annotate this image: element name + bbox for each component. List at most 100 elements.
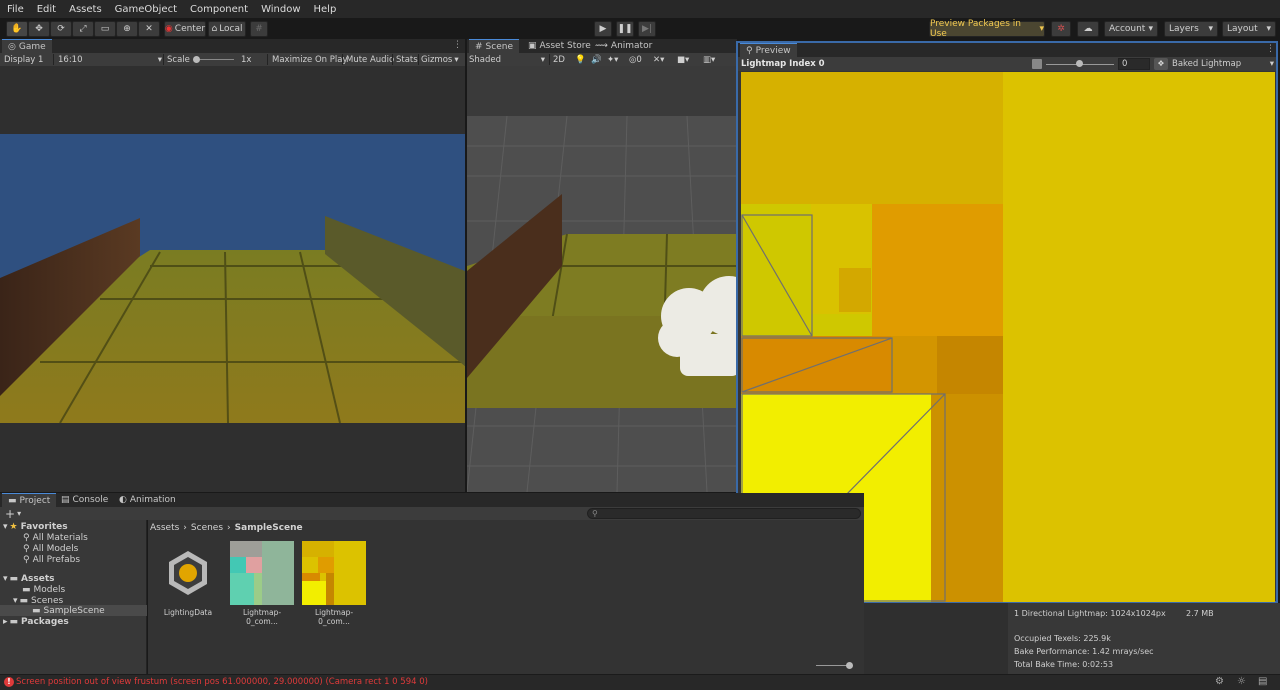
light-bulb-icon: 💡 [575,54,586,65]
aspect-dropdown[interactable]: 16:10 ▾ [58,53,162,66]
transform-tool-button[interactable]: ⊕ [116,21,138,37]
tab-scene[interactable]: # Scene [469,39,519,53]
scene-control-bar: Shaded ▾ 2D 💡 🔊 ✦ ▾ ◎ 0 ✕ ▾ ■ ▾ ▥ ▾ [467,53,737,66]
hidden-objects-toggle[interactable]: ◎ 0 [629,53,642,66]
thumbnail-size-slider-handle[interactable] [846,662,853,669]
scene-render [467,66,737,492]
gizmos-dropdown[interactable]: Gizmos ▾ [421,53,459,66]
layers-icon: ❖ [1157,59,1165,68]
tree-favorites[interactable]: ▾ ★ Favorites [3,521,68,532]
menu-file[interactable]: File [7,4,24,15]
scale-slider-handle[interactable] [193,56,200,63]
rotate-tool-button[interactable]: ⟳ [50,21,72,37]
lighting-toggle[interactable]: 💡 [575,53,586,66]
tree-all-models[interactable]: ⚲ All Models [23,543,78,554]
menu-help[interactable]: Help [314,4,337,15]
tab-animator[interactable]: ⟿ Animator [589,39,658,53]
asset-lightmap-dir[interactable]: Lightmap-0_com... [230,541,294,626]
tab-preview[interactable]: ⚲ Preview [740,43,797,57]
menu-window[interactable]: Window [261,4,300,15]
tree-assets[interactable]: ▾ ▬ Assets [3,573,55,584]
asset-lightmap-light[interactable]: Lightmap-0_com... [302,541,366,626]
menu-gameobject[interactable]: GameObject [115,4,177,15]
step-button[interactable]: ▶| [638,21,656,37]
effects-toggle[interactable]: ✦ ▾ [607,53,618,66]
lightmap-mode-dropdown[interactable]: Baked Lightmap ▾ [1172,57,1274,70]
pause-button[interactable]: ❚❚ [616,21,634,37]
tab-console[interactable]: ▤ Console [55,493,114,507]
menu-component[interactable]: Component [190,4,248,15]
account-dropdown[interactable]: Account ▾ [1104,21,1158,37]
chevron-down-icon: ▾ [1269,58,1274,69]
lighting-bake-icon[interactable]: ☼ [1237,676,1246,687]
snap-button[interactable]: # [250,21,268,37]
tree-packages[interactable]: ▸ ▬ Packages [3,616,69,627]
tab-animation-label: Animation [129,495,176,505]
tree-all-prefabs[interactable]: ⚲ All Prefabs [23,554,80,565]
exposure-input[interactable]: 0 [1118,58,1150,70]
display-dropdown[interactable]: Display 1 [4,53,50,66]
tab-game[interactable]: ◎ Game [2,39,52,53]
collab-button[interactable]: ✲ [1051,21,1071,37]
more-options-icon[interactable]: ⋮ [1266,44,1275,54]
animator-icon: ⟿ [595,41,608,51]
toggle-2d-button[interactable]: 2D [553,53,565,66]
scale-icon: ⤢ [79,24,87,34]
exposure-slider-handle[interactable] [1076,60,1083,67]
pivot-center-button[interactable]: ◉ Center [164,21,206,37]
tab-asset-store[interactable]: ▣ Asset Store [522,39,597,53]
folder-icon: ▬ [9,573,19,584]
more-options-icon[interactable]: ⋮ [453,40,462,50]
tab-project[interactable]: ▬ Project [2,493,57,507]
tree-all-materials[interactable]: ⚲ All Materials [23,532,88,543]
scale-tool-button[interactable]: ⤢ [72,21,94,37]
breadcrumb-scenes[interactable]: Scenes [191,523,223,533]
tab-scene-label: Scene [485,41,513,52]
breadcrumb-sample-scene[interactable]: SampleScene [235,523,303,533]
asset-lighting-data[interactable]: LightingData [156,541,220,621]
maximize-on-play-toggle[interactable]: Maximize On Play [272,53,347,66]
cloud-button[interactable]: ☁ [1077,21,1099,37]
tab-console-label: Console [72,495,109,505]
menu-edit[interactable]: Edit [37,4,56,15]
tree-models[interactable]: ▬ Models [22,584,65,595]
project-search-input[interactable]: ⚲ [587,508,861,519]
move-tool-button[interactable]: ✥ [28,21,50,37]
scale-slider-track[interactable] [194,59,234,60]
thumbnail-size-slider-track[interactable] [816,665,850,666]
mute-audio-toggle[interactable]: Mute Audio [346,53,394,66]
audio-toggle[interactable]: 🔊 [591,53,602,66]
status-bar[interactable]: ! Screen position out of view frustum (s… [0,674,1280,690]
stats-toggle[interactable]: Stats [396,53,418,66]
scene-tools-toggle[interactable]: ✕ ▾ [653,53,664,66]
breadcrumb-assets[interactable]: Assets [150,523,179,533]
wrench-icon: ✕ [145,24,153,34]
shading-dropdown[interactable]: Shaded ▾ [469,53,545,66]
cloud-icon: ☁ [1083,24,1093,34]
camera-toggle[interactable]: ■ ▾ [677,53,689,66]
cache-icon[interactable]: ▤ [1258,676,1267,687]
rect-tool-button[interactable]: ▭ [94,21,116,37]
menu-assets[interactable]: Assets [69,4,102,15]
all-prefabs-label: All Prefabs [32,554,81,565]
tab-project-label: Project [19,495,51,506]
tree-sample-scene[interactable]: ▬ SampleScene [0,605,147,616]
layers-toggle[interactable]: ❖ [1154,58,1168,70]
custom-tool-button[interactable]: ✕ [138,21,160,37]
pivot-local-button[interactable]: ⌂ Local [208,21,246,37]
layers-dropdown[interactable]: Layers ▾ [1164,21,1218,37]
search-icon: ⚲ [23,554,30,565]
tab-animation[interactable]: ◐ Animation [113,493,182,507]
settings-icon[interactable]: ⚙ [1215,676,1224,687]
preview-packages-dropdown[interactable]: Preview Packages in Use ▾ [929,19,1045,39]
scene-viewport[interactable] [467,66,737,492]
hand-tool-button[interactable]: ✋ [6,21,28,37]
layout-dropdown[interactable]: Layout ▾ [1222,21,1276,37]
play-button[interactable]: ▶ [594,21,612,37]
game-viewport[interactable] [0,66,465,492]
add-asset-button[interactable]: + ▾ [5,507,21,521]
preview-packages-label: Preview Packages in Use [930,19,1021,39]
pivot-icon: ◉ [164,24,173,34]
breadcrumb: Assets › Scenes › SampleScene [150,521,864,535]
gizmos-toggle[interactable]: ▥ ▾ [703,53,715,66]
